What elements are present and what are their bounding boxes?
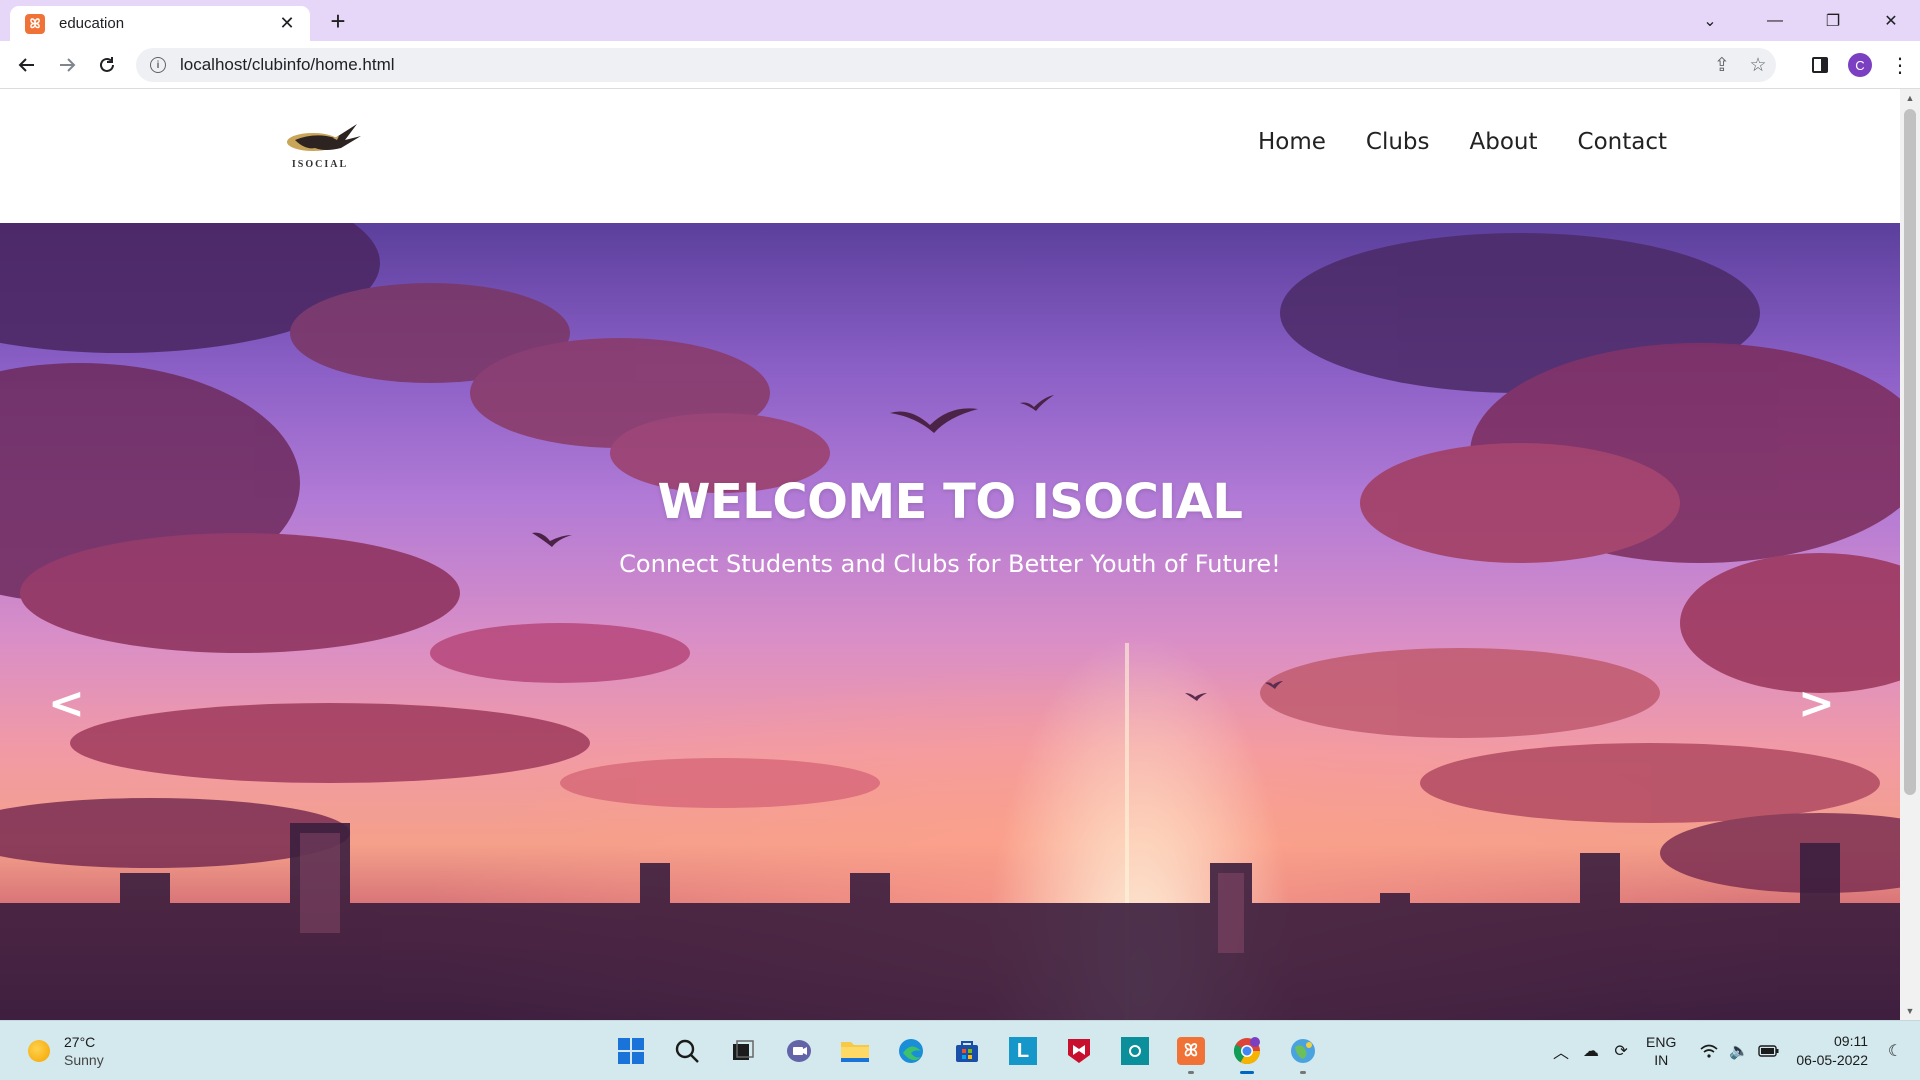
battery-icon[interactable] [1754, 1036, 1784, 1066]
language-code: ENG [1646, 1034, 1677, 1050]
edge-browser-icon[interactable] [892, 1031, 930, 1071]
hero-title: WELCOME TO ISOCIAL [657, 474, 1243, 530]
xampp-taskbar-icon[interactable]: ꕤ [1172, 1031, 1210, 1074]
back-button[interactable] [12, 50, 42, 80]
side-panel-icon [1812, 57, 1828, 73]
windows-start-icon[interactable] [612, 1031, 650, 1071]
minimize-button[interactable]: — [1746, 0, 1804, 41]
url-text[interactable]: localhost/clubinfo/home.html [180, 55, 1704, 75]
xampp-icon: ꕤ [25, 13, 45, 34]
teams-chat-icon[interactable] [780, 1031, 818, 1071]
site-info-icon[interactable]: i [150, 57, 166, 73]
browser-tab[interactable]: ꕤ education ✕ [10, 6, 310, 41]
hero-subtitle: Connect Students and Clubs for Better Yo… [619, 550, 1281, 578]
browser-tab-strip: ꕤ education ✕ + ⌄ — ❐ ✕ [0, 0, 1920, 41]
windows-taskbar: 27°C Sunny L ꕤ ︿ ☁ ⟳ ENG IN 🔈 09:11 06-0… [0, 1020, 1920, 1080]
page-scrollbar[interactable]: ▲ ▼ [1900, 89, 1920, 1020]
browser-toolbar: i localhost/clubinfo/home.html ⇪ ☆ C ⋮ [0, 41, 1920, 89]
weather-condition: Sunny [64, 1052, 104, 1068]
window-controls: ⌄ — ❐ ✕ [1684, 0, 1920, 41]
language-indicator[interactable]: ENG IN [1646, 1033, 1676, 1069]
sun-icon [28, 1040, 50, 1062]
mcafee-icon[interactable] [1060, 1031, 1098, 1071]
cortana-icon[interactable] [1116, 1031, 1154, 1071]
scroll-down-icon[interactable]: ▼ [1900, 1002, 1920, 1020]
site-nav: Home Clubs About Contact [1258, 129, 1667, 155]
slider-next-button[interactable]: > [1798, 678, 1835, 729]
region-code: IN [1654, 1052, 1669, 1068]
sync-icon[interactable]: ⟳ [1606, 1036, 1636, 1066]
reload-button[interactable] [92, 50, 122, 80]
weather-temp: 27°C [64, 1034, 96, 1050]
eagle-logo-icon [287, 124, 361, 151]
task-view-icon[interactable] [724, 1031, 762, 1071]
scroll-up-icon[interactable]: ▲ [1900, 89, 1920, 107]
system-tray: ︿ ☁ ⟳ ENG IN 🔈 09:11 06-05-2022 ☾ [1546, 1021, 1920, 1080]
scroll-thumb[interactable] [1904, 109, 1916, 795]
weather-text: 27°C Sunny [64, 1033, 104, 1069]
clock-time: 09:11 [1834, 1033, 1868, 1049]
forward-button[interactable] [52, 50, 82, 80]
chrome-icon[interactable] [1228, 1031, 1266, 1074]
bookmark-star-icon[interactable]: ☆ [1740, 48, 1776, 82]
onedrive-cloud-icon[interactable]: ☁ [1576, 1036, 1606, 1066]
tab-search-icon[interactable]: ⌄ [1684, 0, 1736, 41]
share-icon[interactable]: ⇪ [1704, 48, 1740, 82]
logo-text: ISOCIAL [291, 159, 349, 170]
taskbar-apps: L ꕤ [612, 1030, 1322, 1074]
menu-kebab-icon[interactable]: ⋮ [1880, 50, 1920, 80]
microsoft-store-icon[interactable] [948, 1031, 986, 1071]
forward-arrow-icon [60, 58, 76, 72]
hero-slider: WELCOME TO ISOCIAL Connect Students and … [0, 223, 1900, 1020]
site-logo[interactable]: ISOCIAL [275, 122, 365, 170]
file-explorer-icon[interactable] [836, 1031, 874, 1071]
clock[interactable]: 09:11 06-05-2022 [1796, 1032, 1868, 1070]
nav-clubs[interactable]: Clubs [1366, 129, 1430, 155]
side-panel-button[interactable] [1800, 50, 1840, 80]
slider-prev-button[interactable]: < [48, 678, 85, 729]
site-header: ISOCIAL Home Clubs About Contact [0, 89, 1900, 223]
toolbar-actions: C ⋮ [1800, 50, 1920, 80]
nav-contact[interactable]: Contact [1578, 129, 1667, 155]
restore-button[interactable]: ❐ [1804, 0, 1862, 41]
nav-about[interactable]: About [1470, 129, 1538, 155]
close-tab-icon[interactable]: ✕ [276, 13, 298, 35]
address-bar[interactable]: i localhost/clubinfo/home.html ⇪ ☆ [136, 48, 1776, 82]
search-icon[interactable] [668, 1031, 706, 1071]
volume-icon[interactable]: 🔈 [1724, 1036, 1754, 1066]
profile-button[interactable]: C [1840, 50, 1880, 80]
avatar: C [1848, 53, 1872, 77]
chevron-up-icon[interactable]: ︿ [1546, 1036, 1576, 1066]
new-tab-button[interactable]: + [324, 6, 352, 36]
back-arrow-icon [18, 58, 34, 72]
notification-moon-icon[interactable]: ☾ [1880, 1036, 1910, 1066]
wifi-icon[interactable] [1694, 1036, 1724, 1066]
weather-widget[interactable]: 27°C Sunny [28, 1033, 104, 1069]
clock-date: 06-05-2022 [1796, 1052, 1868, 1068]
close-window-button[interactable]: ✕ [1862, 0, 1920, 41]
reload-icon [100, 57, 114, 72]
sunset-sky-image [0, 223, 1900, 1020]
page-viewport: ISOCIAL Home Clubs About Contact WELCOME… [0, 89, 1900, 1020]
tab-title: education [59, 15, 125, 32]
globe-app-icon[interactable] [1284, 1031, 1322, 1074]
nav-home[interactable]: Home [1258, 129, 1326, 155]
l-app-icon[interactable]: L [1004, 1031, 1042, 1071]
